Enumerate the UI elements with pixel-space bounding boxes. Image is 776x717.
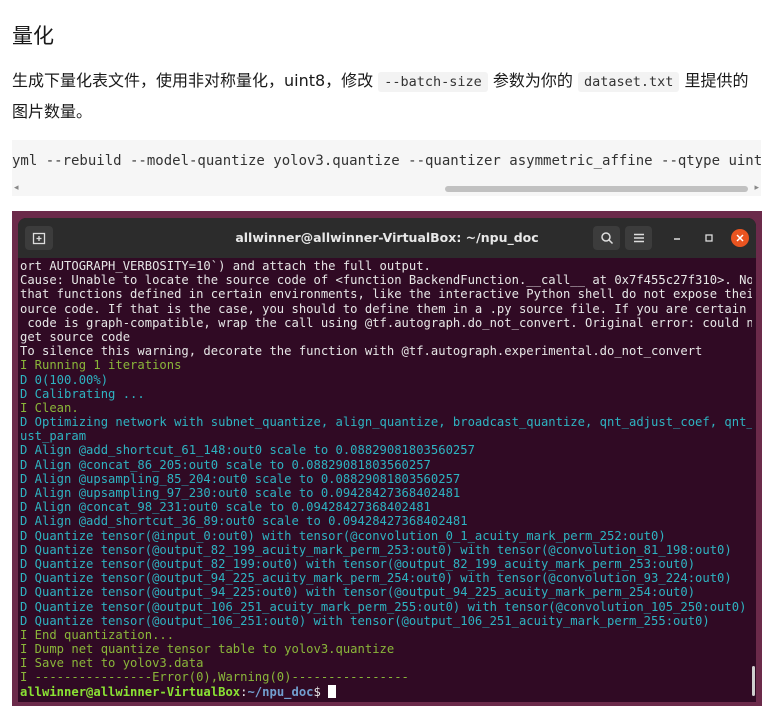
- cursor: [328, 684, 337, 698]
- terminal-window: allwinner@allwinner-VirtualBox: ~/npu_do…: [18, 218, 756, 702]
- terminal-line: D Calibrating ...: [20, 386, 145, 401]
- prompt-path: ~/npu_doc: [247, 684, 314, 699]
- terminal-line: D Quantize tensor(@output_94_225_acuity_…: [20, 571, 732, 586]
- menu-button[interactable]: [625, 226, 652, 250]
- scroll-left-icon[interactable]: ◂: [14, 183, 19, 193]
- para-text-2: 参数为你的: [487, 71, 579, 90]
- terminal-line: I Save net to yolov3.data: [20, 656, 204, 671]
- terminal-line: ust_param: [20, 429, 87, 444]
- maximize-button[interactable]: [698, 226, 720, 250]
- terminal-line: D Quantize tensor(@output_82_199_acuity_…: [20, 542, 732, 557]
- search-button[interactable]: [593, 226, 620, 250]
- terminal-prompt[interactable]: allwinner@allwinner-VirtualBox:~/npu_doc…: [20, 684, 752, 699]
- minimize-icon: [674, 238, 680, 240]
- terminal-line: D Quantize tensor(@output_82_199:out0) w…: [20, 556, 696, 571]
- code-line: yml --rebuild --model-quantize yolov3.qu…: [12, 153, 761, 169]
- terminal-line: ource code. If that is the case, you sho…: [20, 301, 752, 316]
- terminal-titlebar: allwinner@allwinner-VirtualBox: ~/npu_do…: [18, 218, 756, 258]
- terminal-line: D Align @add_shortcut_36_89:out0 scale t…: [20, 514, 468, 529]
- section-heading: 量化: [12, 24, 54, 48]
- terminal-output[interactable]: ort AUTOGRAPH_VERBOSITY=10`) and attach …: [20, 259, 752, 699]
- terminal-line: D Align @upsampling_85_204:out0 scale to…: [20, 471, 461, 486]
- terminal-line: ort AUTOGRAPH_VERBOSITY=10`) and attach …: [20, 259, 431, 273]
- terminal-line: D Align @add_shortcut_61_148:out0 scale …: [20, 443, 475, 458]
- scrollbar-thumb[interactable]: [445, 186, 748, 192]
- close-button[interactable]: [731, 229, 749, 247]
- terminal-line: code is graph-compatible, wrap the call …: [20, 315, 752, 330]
- close-icon: [736, 234, 744, 242]
- para-text-1: 生成下量化表文件，使用非对称量化，uint8，修改: [12, 71, 379, 90]
- instruction-paragraph: 生成下量化表文件，使用非对称量化，uint8，修改 --batch-size 参…: [12, 66, 757, 126]
- inline-code-batch-size: --batch-size: [378, 72, 488, 92]
- terminal-line: Cause: Unable to locate the source code …: [20, 273, 752, 288]
- terminal-line: D Align @upsampling_97_230:out0 scale to…: [20, 486, 461, 500]
- terminal-line: D Quantize tensor(@input_0:out0) with te…: [20, 528, 666, 543]
- prompt-user: allwinner@allwinner-VirtualBox: [20, 684, 241, 699]
- terminal-line: get source code: [20, 329, 131, 344]
- terminal-screenshot: allwinner@allwinner-VirtualBox: ~/npu_do…: [12, 211, 762, 706]
- search-icon: [600, 232, 613, 245]
- terminal-line: D Quantize tensor(@output_106_251:out0) …: [20, 613, 710, 628]
- terminal-line: I Running 1 iterations: [20, 358, 182, 373]
- maximize-icon: [705, 234, 713, 242]
- terminal-line: D Quantize tensor(@output_106_251_acuity…: [20, 599, 747, 614]
- terminal-line: I ----------------Error(0),Warning(0)---…: [20, 670, 409, 685]
- terminal-line: D Align @concat_98_231:out0 scale to 0.0…: [20, 500, 431, 515]
- terminal-line: D 0(100.00%): [20, 372, 109, 387]
- hamburger-menu-icon: [633, 233, 644, 243]
- terminal-line: I Clean.: [20, 400, 79, 415]
- terminal-line: D Optimizing network with subnet_quantiz…: [20, 415, 752, 430]
- terminal-line: To silence this warning, decorate the fu…: [20, 344, 703, 359]
- scroll-right-icon[interactable]: ▸: [754, 183, 759, 193]
- minimize-button[interactable]: [666, 226, 688, 250]
- terminal-line: I Dump net quantize tensor table to yolo…: [20, 642, 395, 657]
- terminal-line: that functions defined in certain enviro…: [20, 287, 752, 302]
- terminal-line: D Quantize tensor(@output_94_225:out0) w…: [20, 585, 696, 600]
- terminal-line: D Align @concat_86_205:out0 scale to 0.0…: [20, 457, 431, 472]
- prompt-symbol: $: [313, 684, 329, 699]
- terminal-scrollbar[interactable]: [752, 666, 755, 696]
- terminal-line: I End quantization...: [20, 627, 175, 642]
- horizontal-scrollbar[interactable]: ◂ ▸: [12, 182, 761, 194]
- inline-code-dataset: dataset.txt: [578, 72, 680, 92]
- code-block[interactable]: yml --rebuild --model-quantize yolov3.qu…: [12, 140, 761, 196]
